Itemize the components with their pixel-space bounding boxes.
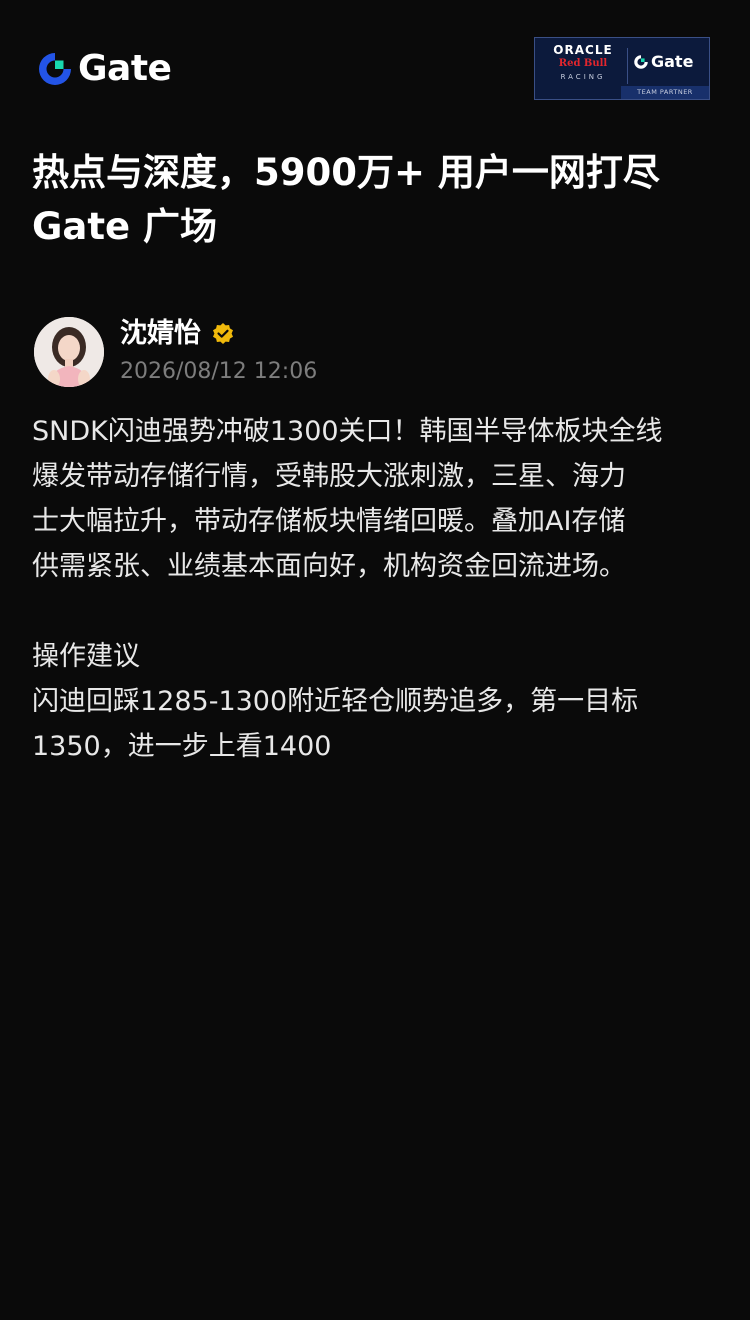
author-name-row: 沈婧怡 [120,317,235,351]
avatar[interactable] [34,317,104,387]
post-line: 供需紧张、业绩基本面向好，机构资金回流进场。 [32,551,626,582]
oracle-wordmark: ORACLE [553,43,613,57]
post-timestamp: 2026/08/12 12:06 [120,359,318,384]
post-line: 士大幅拉升，带动存储板块情绪回暖。叠加AI存储 [32,506,626,537]
post-section-heading: 操作建议 [32,641,140,672]
gate-logo-text: Gate [78,48,172,89]
gate-logo-icon [634,55,648,69]
team-partner-label: TEAM PARTNER [621,86,709,99]
headline-line: 热点与深度，5900万+ 用户一网打尽 [32,151,660,194]
avatar-image [34,317,104,387]
gate-logo[interactable]: Gate [36,48,172,90]
redbull-wordmark: Red Bull [558,58,608,69]
page-headline: 热点与深度，5900万+ 用户一网打尽 Gate 广场 [32,146,722,254]
header: Gate ORACLE Red Bull RACING Gate TEAM PA… [0,0,750,120]
post-body: SNDK闪迪强势冲破1300关口！韩国半导体板块全线 爆发带动存储行情，受韩股大… [32,409,722,769]
headline-line: Gate 广场 [32,205,217,248]
gate-logo-icon [39,53,71,85]
author-name[interactable]: 沈婧怡 [120,317,201,351]
partner-divider [627,48,628,84]
post-line: SNDK闪迪强势冲破1300关口！韩国半导体板块全线 [32,416,663,447]
post-line: 1350，进一步上看1400 [32,731,332,762]
author-row: 沈婧怡 2026/08/12 12:06 [34,317,714,389]
post-line: 爆发带动存储行情，受韩股大涨刺激，三星、海力 [32,461,626,492]
racing-wordmark: RACING [560,73,606,81]
page: Gate ORACLE Red Bull RACING Gate TEAM PA… [0,0,750,1320]
verified-badge-icon [213,323,233,344]
team-partner-badge: ORACLE Red Bull RACING Gate TEAM PARTNER [534,37,710,100]
partner-gate-text: Gate [651,52,694,71]
post-line: 闪迪回踩1285-1300附近轻仓顺势追多，第一目标 [32,686,639,717]
oracle-redbull-logo: ORACLE Red Bull RACING [541,43,625,87]
partner-gate-logo: Gate [633,52,693,72]
